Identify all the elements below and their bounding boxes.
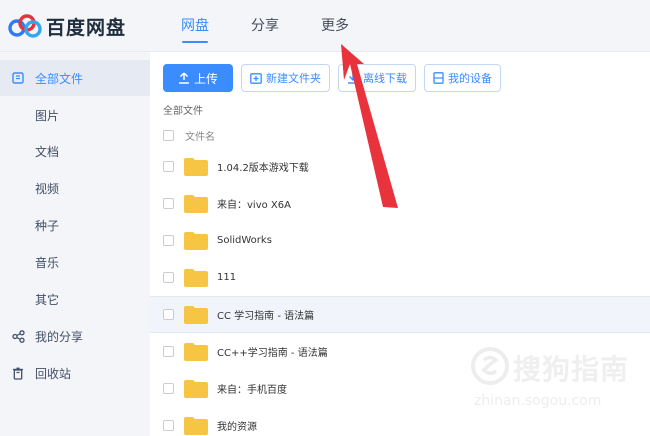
app-logo-text: 百度网盘 — [46, 16, 127, 39]
sidebar-item-label: 全部文件 — [35, 71, 84, 86]
sidebar-item-music[interactable]: 音乐 — [0, 244, 150, 280]
offline-download-button-label: 离线下载 — [363, 72, 407, 85]
file-row[interactable]: 111 — [150, 259, 650, 296]
main-tabs: 网盘 分享 更多 — [160, 0, 370, 52]
top-bar: 百度网盘 网盘 分享 更多 — [0, 0, 650, 52]
file-name[interactable]: 来自：vivo X6A — [217, 196, 291, 211]
baidu-cloud-logo-icon — [8, 14, 42, 38]
watermark-logo-icon — [471, 347, 509, 385]
breadcrumb[interactable]: 全部文件 — [163, 102, 203, 117]
sidebar-item-videos[interactable]: 视频 — [0, 170, 150, 206]
watermark-text: 搜狗指南 — [513, 353, 630, 386]
sidebar-item-recycle-bin[interactable]: 回收站 — [0, 355, 150, 391]
folder-icon — [184, 306, 208, 324]
tab-netdisk[interactable]: 网盘 — [160, 0, 230, 52]
new-folder-button[interactable]: 新建文件夹 — [241, 64, 330, 92]
file-row[interactable]: SolidWorks — [150, 222, 650, 259]
column-header-filename[interactable]: 文件名 — [185, 128, 215, 143]
share-icon — [11, 329, 25, 343]
my-devices-button-label: 我的设备 — [448, 72, 492, 85]
folder-icon — [11, 71, 25, 85]
my-devices-button[interactable]: 我的设备 — [424, 64, 501, 92]
sidebar-item-label: 其它 — [35, 292, 60, 307]
row-checkbox[interactable] — [163, 235, 174, 246]
folder-icon — [184, 417, 208, 435]
device-icon — [433, 72, 444, 84]
folder-icon — [184, 269, 208, 287]
file-name[interactable]: SolidWorks — [217, 235, 272, 246]
file-name[interactable]: 我的资源 — [217, 418, 257, 433]
download-icon — [348, 73, 358, 84]
upload-button-label: 上传 — [193, 71, 218, 86]
file-name[interactable]: 111 — [217, 272, 236, 283]
upload-icon — [178, 72, 189, 84]
trash-icon — [11, 366, 25, 380]
sidebar-item-label: 图片 — [35, 108, 60, 123]
watermark-url: zhinan.sogou.com — [474, 393, 602, 409]
sidebar-item-label: 回收站 — [35, 366, 72, 381]
file-name[interactable]: CC++学习指南 - 语法篇 — [217, 344, 328, 359]
new-folder-button-label: 新建文件夹 — [266, 72, 321, 85]
sidebar-item-label: 我的分享 — [35, 329, 84, 344]
file-row[interactable]: CC 学习指南 - 语法篇 — [150, 296, 650, 333]
offline-download-button[interactable]: 离线下载 — [338, 64, 416, 92]
row-checkbox[interactable] — [163, 272, 174, 283]
row-checkbox[interactable] — [163, 346, 174, 357]
row-checkbox[interactable] — [163, 198, 174, 209]
sidebar-item-images[interactable]: 图片 — [0, 97, 150, 133]
file-row[interactable]: 我的资源 — [150, 407, 650, 436]
sidebar-item-others[interactable]: 其它 — [0, 281, 150, 317]
file-name[interactable]: CC 学习指南 - 语法篇 — [217, 307, 314, 322]
sidebar: 全部文件 图片 文档 视频 种子 音乐 其它 我的分享 回收站 — [0, 52, 150, 436]
file-row[interactable]: 1.04.2版本游戏下载 — [150, 148, 650, 185]
tab-share[interactable]: 分享 — [230, 0, 300, 52]
sidebar-item-documents[interactable]: 文档 — [0, 133, 150, 169]
row-checkbox[interactable] — [163, 309, 174, 320]
file-name[interactable]: 1.04.2版本游戏下载 — [217, 159, 309, 174]
sidebar-item-label: 视频 — [35, 181, 60, 196]
folder-icon — [184, 195, 208, 213]
row-checkbox[interactable] — [163, 383, 174, 394]
new-folder-icon — [250, 72, 262, 84]
sidebar-item-label: 音乐 — [35, 255, 60, 270]
file-row[interactable]: 来自：vivo X6A — [150, 185, 650, 222]
list-header: 文件名 — [163, 126, 215, 144]
toolbar: 上传 新建文件夹 离线下载 我的设备 — [163, 64, 509, 92]
upload-button[interactable]: 上传 — [163, 64, 233, 92]
sidebar-item-all-files[interactable]: 全部文件 — [0, 60, 150, 96]
row-checkbox[interactable] — [163, 161, 174, 172]
select-all-checkbox[interactable] — [163, 129, 174, 141]
file-name[interactable]: 来自：手机百度 — [217, 381, 287, 396]
sidebar-item-label: 文档 — [35, 144, 60, 159]
tab-more[interactable]: 更多 — [300, 0, 370, 52]
sidebar-item-torrents[interactable]: 种子 — [0, 207, 150, 243]
folder-icon — [184, 158, 208, 176]
folder-icon — [184, 343, 208, 361]
sidebar-item-label: 种子 — [35, 218, 60, 233]
sidebar-item-my-shares[interactable]: 我的分享 — [0, 318, 150, 354]
row-checkbox[interactable] — [163, 420, 174, 431]
folder-icon — [184, 232, 208, 250]
folder-icon — [184, 380, 208, 398]
app-logo[interactable]: 百度网盘 — [8, 12, 126, 40]
